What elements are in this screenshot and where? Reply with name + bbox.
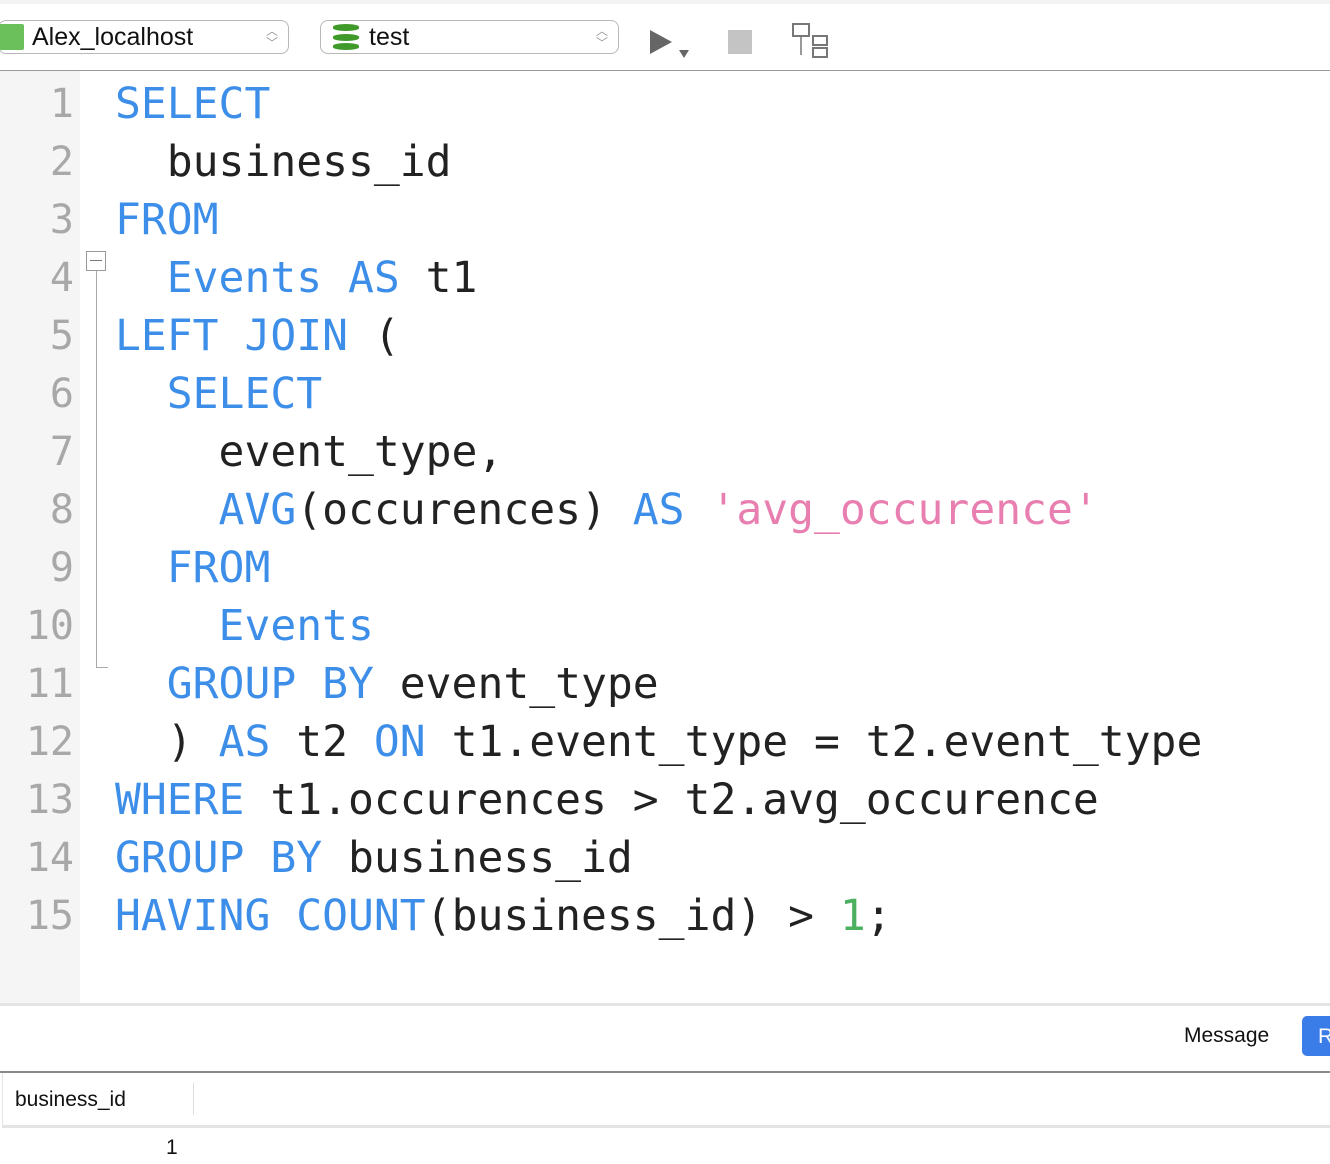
code-line[interactable]: WHERE t1.occurences > t2.avg_occurence (115, 775, 1099, 825)
keyword: GROUP BY (115, 659, 374, 709)
fold-guide (96, 271, 97, 667)
line-number: 15 (25, 893, 74, 939)
code-line[interactable]: LEFT JOIN ( (115, 311, 400, 361)
code-line[interactable]: FROM (115, 195, 219, 245)
code-line[interactable]: ) AS t2 ON t1.event_type = t2.event_type (115, 717, 1203, 767)
code-text: t2 (270, 717, 374, 767)
tab-message[interactable]: Message (1184, 1024, 1269, 1048)
keyword: Events (115, 253, 323, 303)
code-line[interactable]: AVG(occurences) AS 'avg_occurence' (115, 485, 1099, 535)
stop-icon[interactable] (728, 30, 752, 54)
code-text: (business_id) > (425, 891, 840, 941)
up-down-chevron-icon: ︿ ﹀ (595, 24, 608, 50)
code-text: ) (115, 717, 219, 767)
code-line[interactable]: SELECT (115, 369, 322, 419)
fold-collapse-icon[interactable] (86, 251, 106, 271)
explain-icon[interactable] (792, 23, 830, 59)
code-line[interactable]: event_type, (115, 427, 504, 477)
result-grid-header: business_id (2, 1073, 1330, 1128)
keyword: SELECT (115, 369, 323, 419)
keyword: LEFT JOIN (115, 311, 348, 361)
keyword: Events (115, 601, 374, 651)
run-dropdown-icon[interactable] (679, 50, 689, 58)
keyword: SELECT (115, 79, 271, 129)
line-number: 10 (25, 603, 74, 649)
keyword: ON (373, 717, 426, 767)
line-number: 14 (25, 835, 74, 881)
line-number: 8 (49, 487, 74, 533)
keyword: AS (632, 485, 685, 535)
database-select[interactable]: test ︿ ﹀ (320, 20, 619, 54)
code-text: ( (348, 311, 400, 361)
code-text: t1 (399, 253, 478, 303)
code-line[interactable]: FROM (115, 543, 271, 593)
keyword: WHERE (115, 775, 245, 825)
code-line[interactable]: Events (115, 601, 374, 651)
connection-select[interactable]: Alex_localhost ︿ ﹀ (0, 20, 289, 54)
code-text: ; (865, 891, 892, 941)
keyword: AS (218, 717, 271, 767)
run-icon[interactable] (650, 30, 672, 54)
line-number: 1 (49, 81, 74, 127)
string-literal: 'avg_occurence' (710, 485, 1099, 535)
code-text: t1.event_type = t2.event_type (425, 717, 1203, 767)
database-icon (333, 24, 359, 50)
code-line[interactable]: HAVING COUNT(business_id) > 1; (115, 891, 892, 941)
toolbar: Alex_localhost ︿ ﹀ test ︿ ﹀ (0, 0, 1330, 71)
line-number: 13 (25, 777, 74, 823)
line-number: 5 (49, 313, 74, 359)
connection-label: Alex_localhost (32, 22, 194, 51)
code-text: event_type (373, 659, 659, 709)
line-number: 2 (49, 139, 74, 185)
code-text: business_id (322, 833, 633, 883)
code-text: event_type, (115, 427, 504, 477)
table-cell[interactable]: 1 (166, 1136, 178, 1160)
line-number: 3 (49, 197, 74, 243)
number-literal: 1 (839, 891, 866, 941)
line-number: 11 (25, 661, 74, 707)
line-number: 12 (25, 719, 74, 765)
code-line[interactable]: business_id (115, 137, 452, 187)
code-line[interactable]: Events AS t1 (115, 253, 478, 303)
column-header[interactable]: business_id (15, 1088, 126, 1112)
keyword: AVG (115, 485, 297, 535)
line-number: 6 (49, 371, 74, 417)
fold-guide-end (96, 667, 108, 668)
column-separator[interactable] (193, 1083, 194, 1115)
keyword: HAVING (115, 891, 271, 941)
keyword: COUNT (296, 891, 426, 941)
code-text: business_id (115, 137, 452, 187)
code-line[interactable]: GROUP BY business_id (115, 833, 633, 883)
tab-result[interactable]: R (1302, 1016, 1330, 1056)
code-line[interactable]: SELECT (115, 79, 270, 129)
up-down-chevron-icon: ︿ ﹀ (265, 24, 278, 50)
sql-editor[interactable]: 1 SELECT 2 business_id 3 FROM 4 Events AS t1 5… (0, 71, 1330, 1003)
keyword: FROM (115, 543, 271, 593)
mysql-dolphin-icon (0, 24, 24, 50)
line-number: 7 (49, 429, 74, 475)
database-label: test (369, 22, 410, 51)
code-text: (occurences) (296, 485, 633, 535)
code-line[interactable]: GROUP BY event_type (115, 659, 659, 709)
keyword: AS (348, 253, 400, 303)
code-text: t1.occurences > t2.avg_occurence (244, 775, 1099, 825)
keyword: FROM (115, 195, 219, 245)
keyword: GROUP BY (115, 833, 323, 883)
line-number: 4 (49, 255, 74, 301)
result-tabs: Message R (0, 1006, 1330, 1073)
line-number: 9 (49, 545, 74, 591)
